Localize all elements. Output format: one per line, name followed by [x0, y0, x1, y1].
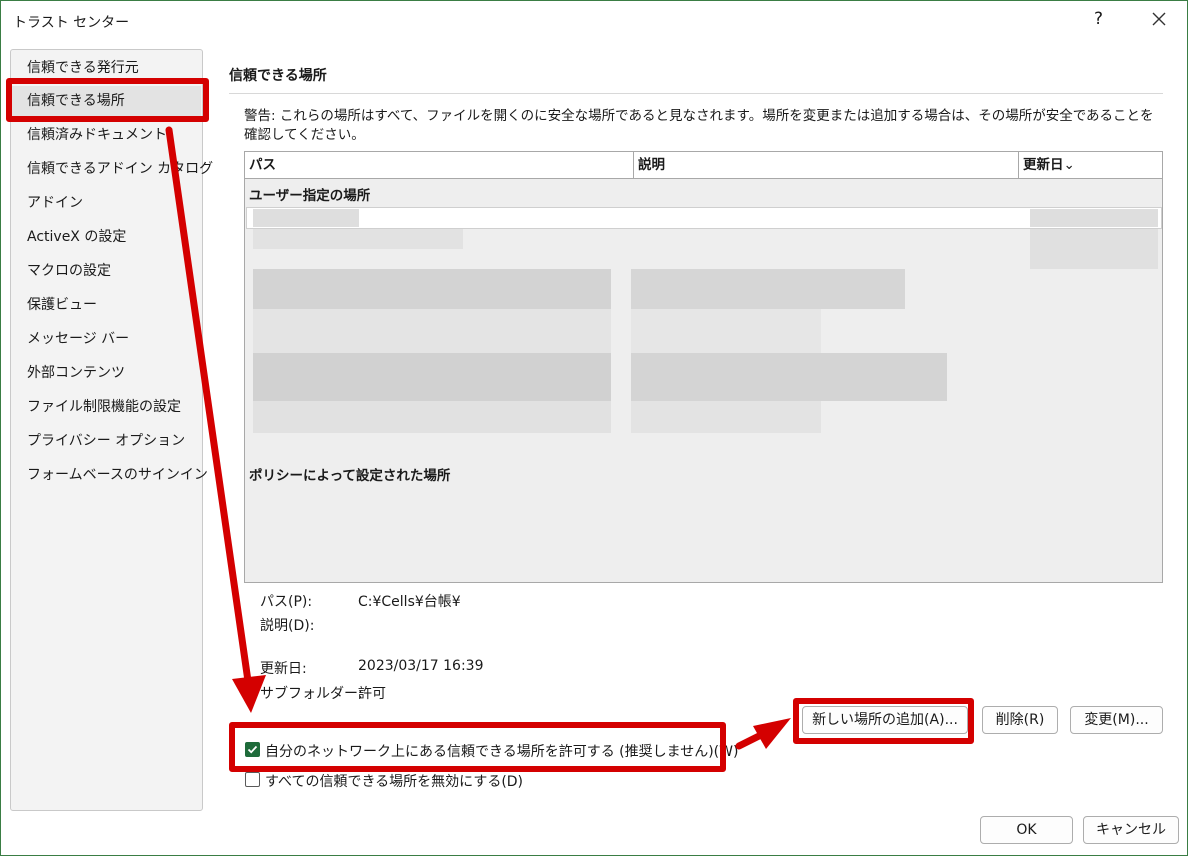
sidebar-item-label: ファイル制限機能の設定	[27, 399, 181, 415]
sidebar-item-label: 信頼できるアドイン カタログ	[27, 161, 214, 177]
sidebar-item-label: マクロの設定	[27, 263, 111, 279]
remove-button[interactable]: 削除(R)	[982, 706, 1058, 734]
column-header-path[interactable]: パス	[245, 152, 633, 179]
group-policy-locations: ポリシーによって設定された場所	[249, 468, 451, 484]
sidebar-item-label: 信頼できる発行元	[27, 60, 139, 76]
sidebar-item-label: プライバシー オプション	[27, 433, 186, 449]
annotation-highlight-checkbox	[229, 722, 726, 772]
title-bar: トラスト センター ?	[1, 1, 1187, 41]
warning-text: 警告: これらの場所はすべて、ファイルを開くのに安全な場所であると見なされます。…	[244, 108, 1154, 143]
subfolders-label: サブフォルダー:	[260, 686, 363, 702]
cancel-button[interactable]: キャンセル	[1083, 816, 1179, 844]
annotation-highlight-add-button	[793, 698, 974, 744]
path-label: パス(P):	[260, 594, 313, 610]
sidebar-item-trusted-documents[interactable]: 信頼済みドキュメント	[12, 120, 201, 150]
sidebar-item-activex[interactable]: ActiveX の設定	[12, 222, 201, 252]
subfolders-value: 許可	[358, 686, 386, 702]
sidebar-item-label: 信頼済みドキュメント	[27, 127, 167, 143]
sidebar-item-form-signin[interactable]: フォームベースのサインイン	[12, 460, 208, 490]
column-header-description[interactable]: 説明	[633, 152, 1018, 179]
sidebar-item-label: フォームベースのサインイン	[27, 467, 208, 483]
sidebar-item-addins[interactable]: アドイン	[12, 188, 201, 218]
sidebar: 信頼できる発行元 信頼できる場所 信頼済みドキュメント 信頼できるアドイン カタ…	[10, 49, 213, 811]
sidebar-item-macros[interactable]: マクロの設定	[12, 256, 201, 286]
sidebar-item-label: メッセージ バー	[27, 331, 130, 347]
page-title: 信頼できる場所	[229, 68, 327, 84]
column-header-modified[interactable]: 更新日⌄	[1018, 152, 1162, 179]
table-header: パス 説明 更新日⌄	[245, 152, 1162, 179]
close-icon[interactable]	[1149, 9, 1169, 29]
trusted-locations-table[interactable]: パス 説明 更新日⌄ ユーザー指定の場所 ポリシーによって設定された場所	[244, 151, 1163, 583]
path-value: C:¥Cells¥台帳¥	[358, 594, 461, 610]
sidebar-item-message-bar[interactable]: メッセージ バー	[12, 324, 201, 354]
dialog-title: トラスト センター	[13, 15, 130, 31]
sidebar-item-external-content[interactable]: 外部コンテンツ	[12, 358, 201, 388]
sidebar-item-privacy[interactable]: プライバシー オプション	[12, 426, 201, 456]
help-button[interactable]: ?	[1094, 9, 1103, 29]
divider	[229, 93, 1163, 94]
trust-center-dialog: トラスト センター ? 信頼できる発行元 信頼できる場所 信頼済みドキュメント …	[0, 0, 1188, 856]
description-label: 説明(D):	[260, 618, 315, 634]
sidebar-item-trusted-addin-catalogs[interactable]: 信頼できるアドイン カタログ	[12, 154, 213, 184]
disable-all-locations-label[interactable]: すべての信頼できる場所を無効にする(D)	[265, 771, 523, 791]
sidebar-item-label: ActiveX の設定	[27, 229, 127, 245]
group-user-locations: ユーザー指定の場所	[249, 188, 371, 204]
chevron-down-icon: ⌄	[1063, 157, 1075, 173]
modify-button[interactable]: 変更(M)...	[1070, 706, 1163, 734]
disable-all-locations-checkbox[interactable]	[245, 772, 260, 787]
sidebar-item-label: 外部コンテンツ	[27, 365, 125, 381]
sidebar-item-protected-view[interactable]: 保護ビュー	[12, 290, 201, 320]
annotation-highlight-sidebar	[6, 78, 209, 122]
sidebar-item-label: アドイン	[27, 195, 83, 211]
sidebar-item-label: 保護ビュー	[27, 297, 97, 313]
sidebar-item-file-block[interactable]: ファイル制限機能の設定	[12, 392, 201, 422]
ok-button[interactable]: OK	[980, 816, 1073, 844]
modified-value: 2023/03/17 16:39	[358, 658, 484, 674]
modified-label: 更新日:	[260, 661, 307, 677]
